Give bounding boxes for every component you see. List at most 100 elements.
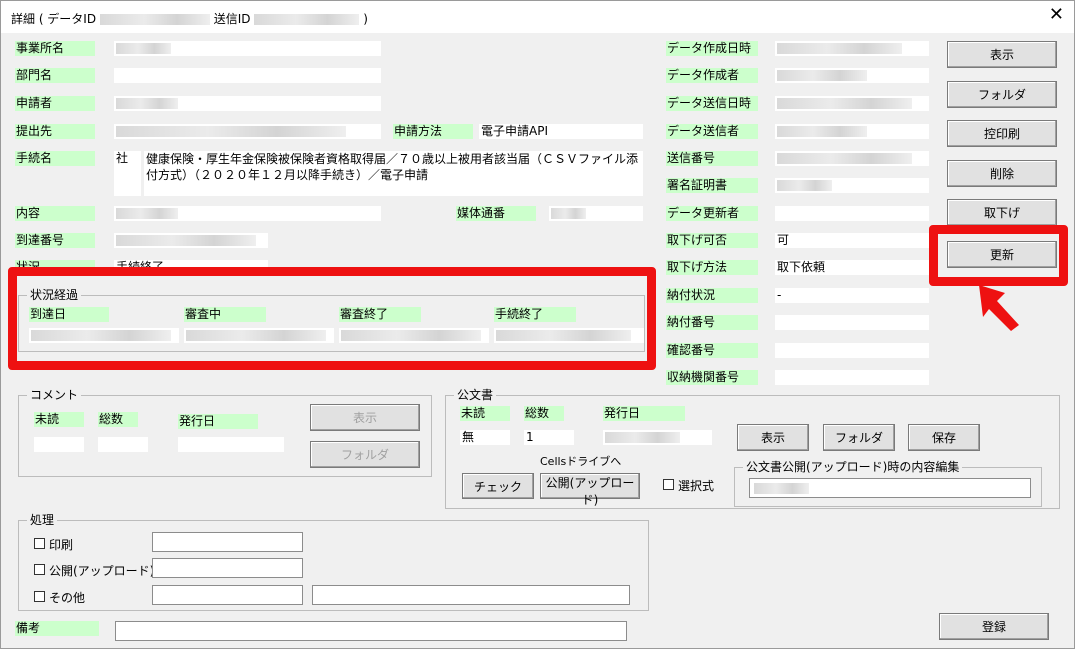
label-shuno-kikan-bango: 収納機関番号 bbox=[666, 370, 758, 385]
kobunsho-title: 公文書 bbox=[454, 388, 497, 402]
comment-field-unread bbox=[34, 437, 84, 452]
cells-drive-label: Cellsドライブへ bbox=[540, 455, 622, 468]
field-shinseisha bbox=[114, 96, 381, 111]
label-tetsuzuki: 手続名 bbox=[15, 151, 95, 166]
kobunsho-show-button[interactable]: 表示 bbox=[737, 424, 809, 451]
register-button[interactable]: 登録 bbox=[939, 613, 1049, 640]
title-close-paren: ) bbox=[363, 12, 368, 26]
kobunsho-label-issue-date: 発行日 bbox=[603, 406, 685, 421]
label-shinseisha: 申請者 bbox=[15, 96, 95, 111]
comment-label-unread: 未読 bbox=[34, 412, 84, 427]
kobunsho-edit-input[interactable] bbox=[749, 478, 1031, 498]
comment-field-total bbox=[98, 437, 148, 452]
label-data-koshinsha: データ更新者 bbox=[666, 206, 758, 221]
publish-checkbox[interactable] bbox=[34, 564, 45, 575]
publish-input[interactable] bbox=[152, 558, 303, 578]
kobunsho-label-total: 総数 bbox=[524, 406, 564, 421]
label-naiyo: 内容 bbox=[15, 206, 95, 221]
other-checkbox[interactable] bbox=[34, 591, 45, 602]
label-soshin-bango: 送信番号 bbox=[666, 151, 758, 166]
field-totatsu bbox=[114, 233, 268, 248]
label-bumon: 部門名 bbox=[15, 68, 95, 83]
label-biko: 備考 bbox=[15, 621, 99, 636]
kobunsho-field-total: 1 bbox=[524, 430, 574, 445]
other-input-2[interactable] bbox=[312, 585, 630, 605]
shori-title: 処理 bbox=[27, 513, 58, 527]
kobunsho-edit-title: 公文書公開(アップロード)時の内容編集 bbox=[743, 460, 963, 474]
title-send-id-label: 送信ID bbox=[213, 12, 251, 26]
field-tetsuzuki: 健康保険・厚生年金保険被保険者資格取得届／７０歳以上被用者該当届（ＣＳＶファイル… bbox=[144, 151, 643, 196]
field-data-sakuseisha bbox=[775, 68, 929, 83]
field-data-koshinsha bbox=[775, 206, 929, 221]
highlight-update-button bbox=[929, 225, 1068, 286]
biko-input[interactable] bbox=[115, 621, 627, 641]
show-button[interactable]: 表示 bbox=[947, 41, 1057, 68]
field-jigyosho bbox=[114, 41, 381, 56]
comment-label-total: 総数 bbox=[98, 412, 138, 427]
check-button[interactable]: チェック bbox=[462, 473, 534, 499]
label-data-soshinsha: データ送信者 bbox=[666, 124, 758, 139]
label-shomei-shomeisho: 署名証明書 bbox=[666, 178, 758, 193]
kobunsho-label-unread: 未読 bbox=[460, 406, 510, 421]
field-data-soshinsha bbox=[775, 124, 929, 139]
arrow-icon bbox=[979, 285, 1019, 331]
field-bumon bbox=[114, 68, 381, 83]
other-input-1[interactable] bbox=[152, 585, 303, 605]
label-torisage-hoho: 取下げ方法 bbox=[666, 260, 758, 275]
field-data-sakusei-nichiji bbox=[775, 41, 929, 56]
comment-label-issue-date: 発行日 bbox=[178, 414, 258, 429]
redacted-data-id bbox=[99, 14, 210, 25]
print-input[interactable] bbox=[152, 532, 303, 552]
field-nofu-jokyo: - bbox=[775, 288, 929, 303]
other-label: その他 bbox=[49, 591, 86, 605]
folder-button[interactable]: フォルダ bbox=[947, 81, 1057, 108]
label-nofu-bango: 納付番号 bbox=[666, 315, 758, 330]
print-label: 印刷 bbox=[49, 538, 74, 552]
comment-field-issue-date bbox=[178, 437, 284, 452]
print-checkbox[interactable] bbox=[34, 538, 45, 549]
window-title: 詳細 ( データID 送信ID ) bbox=[11, 10, 368, 27]
field-soshin-bango bbox=[775, 151, 929, 166]
field-baitai bbox=[549, 206, 643, 221]
withdraw-button[interactable]: 取下げ bbox=[947, 199, 1057, 226]
field-tetsuzuki-prefix: 社 bbox=[114, 151, 141, 196]
comment-show-button[interactable]: 表示 bbox=[310, 404, 420, 431]
field-teishutsusaki bbox=[114, 124, 381, 139]
kobunsho-field-issue-date bbox=[603, 430, 712, 445]
close-icon[interactable]: ✕ bbox=[1049, 6, 1064, 24]
select-mode-checkbox[interactable] bbox=[663, 479, 674, 490]
label-teishutsusaki: 提出先 bbox=[15, 124, 95, 139]
field-nofu-bango bbox=[775, 315, 929, 330]
print-copy-button[interactable]: 控印刷 bbox=[947, 120, 1057, 147]
field-torisage-kahi: 可 bbox=[775, 233, 929, 248]
label-kakunin-bango: 確認番号 bbox=[666, 343, 758, 358]
field-shomei-shomeisho bbox=[775, 178, 929, 193]
label-jigyosho: 事業所名 bbox=[15, 41, 95, 56]
field-data-soshin-nichiji bbox=[775, 96, 929, 111]
detail-window: 詳細 ( データID 送信ID ) ✕ 事業所名 部門名 申請者 提出先 申請方… bbox=[0, 0, 1075, 649]
label-data-sakusei-nichiji: データ作成日時 bbox=[666, 41, 758, 56]
publish-label: 公開(アップロード) bbox=[49, 564, 155, 578]
label-data-soshin-nichiji: データ送信日時 bbox=[666, 96, 758, 111]
title-bar: 詳細 ( データID 送信ID ) ✕ bbox=[1, 1, 1074, 33]
kobunsho-folder-button[interactable]: フォルダ bbox=[823, 424, 895, 451]
kobunsho-save-button[interactable]: 保存 bbox=[908, 424, 980, 451]
field-shuno-kikan-bango bbox=[775, 370, 929, 385]
comment-folder-button[interactable]: フォルダ bbox=[310, 441, 420, 468]
highlight-progress-box bbox=[8, 267, 656, 370]
redacted-send-id bbox=[254, 14, 360, 25]
label-totatsu: 到達番号 bbox=[15, 233, 95, 248]
label-torisage-kahi: 取下げ可否 bbox=[666, 233, 758, 248]
kobunsho-field-unread: 無 bbox=[460, 430, 510, 445]
publish-upload-button[interactable]: 公開(アップロード) bbox=[540, 473, 640, 507]
field-kakunin-bango bbox=[775, 343, 929, 358]
label-data-sakuseisha: データ作成者 bbox=[666, 68, 758, 83]
comment-title: コメント bbox=[27, 388, 82, 402]
label-nofu-jokyo: 納付状況 bbox=[666, 288, 758, 303]
delete-button[interactable]: 削除 bbox=[947, 160, 1057, 187]
label-baitai: 媒体通番 bbox=[456, 206, 536, 221]
select-mode-label: 選択式 bbox=[678, 479, 715, 493]
title-data-id-label: 詳細 ( データID bbox=[11, 12, 97, 26]
field-naiyo bbox=[114, 206, 381, 221]
label-shinsei-hoho: 申請方法 bbox=[393, 124, 473, 139]
